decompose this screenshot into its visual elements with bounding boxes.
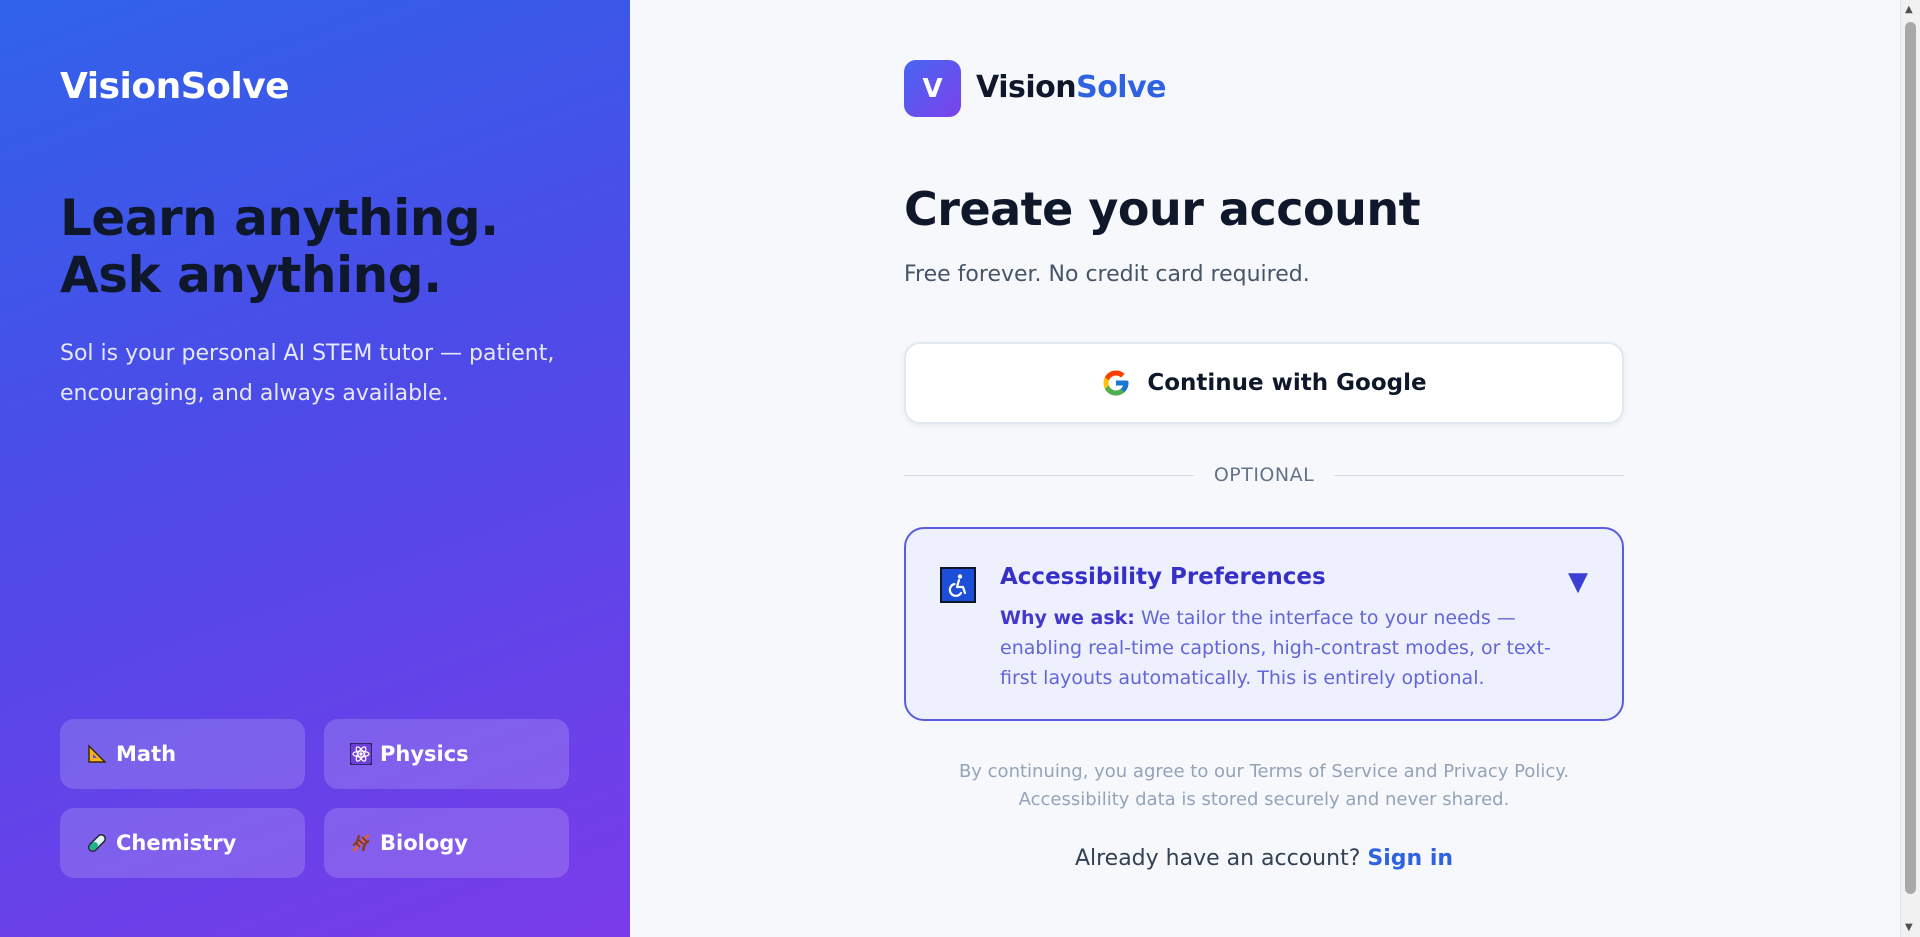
app-logo-icon: V [904, 60, 961, 117]
dna-icon [350, 832, 372, 854]
divider-label: OPTIONAL [1213, 464, 1315, 486]
accessibility-preferences-toggle[interactable]: Accessibility Preferences Why we ask: We… [904, 527, 1624, 721]
subject-chip-physics: Physics [324, 719, 569, 789]
subject-label: Biology [380, 831, 468, 855]
google-button-label: Continue with Google [1147, 370, 1427, 396]
scrollbar-thumb[interactable] [1905, 22, 1916, 894]
accessibility-description: Why we ask: We tailor the interface to y… [1000, 603, 1560, 693]
sign-in-link[interactable]: Sign in [1367, 846, 1453, 871]
subject-label: Chemistry [116, 831, 237, 855]
scroll-up-arrow-icon[interactable]: ▲ [1905, 4, 1913, 15]
divider-line [1334, 474, 1624, 476]
legal-notice: By continuing, you agree to our Terms of… [958, 761, 1570, 810]
test-tube-icon [86, 832, 108, 854]
subject-chip-chemistry: Chemistry [60, 808, 305, 878]
hero-headline: Learn anything. Ask anything. [60, 189, 499, 304]
subject-label: Math [116, 742, 177, 766]
why-we-ask-label: Why we ask: [1000, 607, 1135, 629]
subject-chip-biology: Biology [324, 808, 569, 878]
vertical-scrollbar[interactable]: ▲ ▼ [1900, 0, 1920, 937]
brand-logo-text: VisionSolve [60, 66, 290, 107]
app-logo-text: VisionSolve [976, 70, 1166, 105]
subject-label: Physics [380, 742, 469, 766]
signin-prompt: Already have an account? [1074, 846, 1361, 871]
hero-description: Sol is your personal AI STEM tutor — pat… [60, 341, 555, 406]
subject-chip-math: Math [60, 719, 305, 789]
atom-icon [350, 743, 372, 765]
brand-prefix: Vision [976, 70, 1077, 105]
optional-divider: OPTIONAL [904, 463, 1624, 487]
signin-prompt-row: Already have an account? Sign in [904, 846, 1624, 871]
page-subtitle: Free forever. No credit card required. [904, 262, 1310, 287]
google-icon [1103, 370, 1129, 396]
page-title: Create your account [904, 182, 1421, 236]
triangle-ruler-icon [86, 743, 108, 765]
signup-panel: V VisionSolve Create your account Free f… [630, 0, 1900, 937]
hero-panel: VisionSolve Learn anything. Ask anything… [0, 0, 630, 937]
continue-with-google-button[interactable]: Continue with Google [904, 342, 1624, 424]
brand-suffix: Solve [1076, 70, 1166, 105]
chevron-down-icon[interactable]: ▼ [1568, 567, 1588, 597]
accessibility-title: Accessibility Preferences [1000, 564, 1326, 590]
scroll-down-arrow-icon[interactable]: ▼ [1905, 922, 1913, 933]
wheelchair-icon [940, 567, 976, 603]
divider-line [904, 474, 1194, 476]
